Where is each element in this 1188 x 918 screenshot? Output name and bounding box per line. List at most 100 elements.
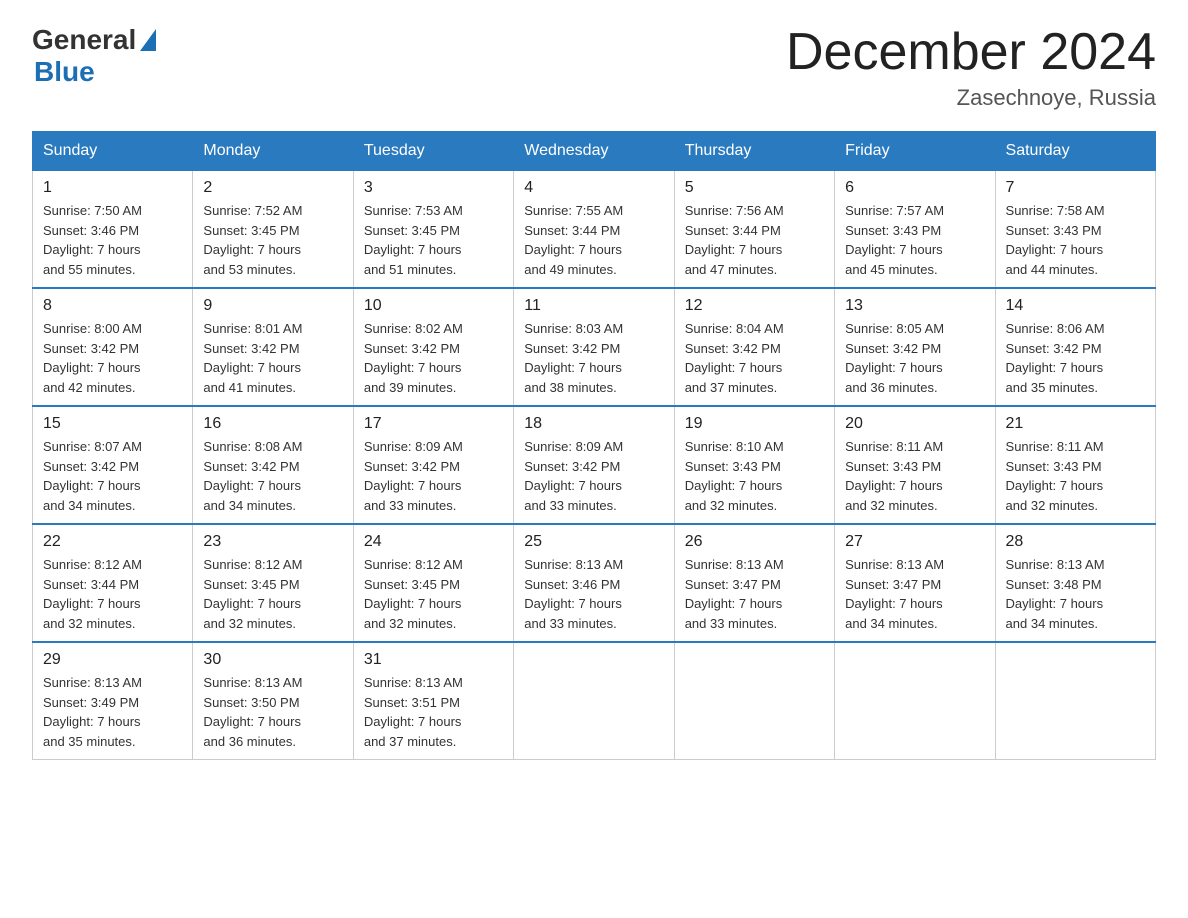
day-number: 30: [203, 651, 342, 669]
calendar-cell: 25 Sunrise: 8:13 AMSunset: 3:46 PMDaylig…: [514, 524, 674, 642]
day-number: 20: [845, 415, 984, 433]
calendar-table: SundayMondayTuesdayWednesdayThursdayFrid…: [32, 131, 1156, 760]
calendar-header-saturday: Saturday: [995, 132, 1155, 171]
day-info: Sunrise: 7:58 AMSunset: 3:43 PMDaylight:…: [1006, 201, 1145, 279]
logo: General Blue: [32, 24, 158, 88]
day-info: Sunrise: 8:13 AMSunset: 3:47 PMDaylight:…: [845, 555, 984, 633]
day-number: 9: [203, 297, 342, 315]
day-info: Sunrise: 7:55 AMSunset: 3:44 PMDaylight:…: [524, 201, 663, 279]
calendar-cell: 19 Sunrise: 8:10 AMSunset: 3:43 PMDaylig…: [674, 406, 834, 524]
day-info: Sunrise: 7:57 AMSunset: 3:43 PMDaylight:…: [845, 201, 984, 279]
day-info: Sunrise: 8:12 AMSunset: 3:44 PMDaylight:…: [43, 555, 182, 633]
calendar-cell: 8 Sunrise: 8:00 AMSunset: 3:42 PMDayligh…: [33, 288, 193, 406]
day-info: Sunrise: 8:13 AMSunset: 3:51 PMDaylight:…: [364, 673, 503, 751]
day-number: 2: [203, 179, 342, 197]
day-number: 14: [1006, 297, 1145, 315]
calendar-cell: 29 Sunrise: 8:13 AMSunset: 3:49 PMDaylig…: [33, 642, 193, 760]
day-number: 22: [43, 533, 182, 551]
day-info: Sunrise: 8:11 AMSunset: 3:43 PMDaylight:…: [845, 437, 984, 515]
day-number: 29: [43, 651, 182, 669]
day-number: 12: [685, 297, 824, 315]
day-info: Sunrise: 8:06 AMSunset: 3:42 PMDaylight:…: [1006, 319, 1145, 397]
calendar-cell: [835, 642, 995, 760]
calendar-week-row: 15 Sunrise: 8:07 AMSunset: 3:42 PMDaylig…: [33, 406, 1156, 524]
day-info: Sunrise: 8:13 AMSunset: 3:47 PMDaylight:…: [685, 555, 824, 633]
day-number: 15: [43, 415, 182, 433]
calendar-header-monday: Monday: [193, 132, 353, 171]
day-info: Sunrise: 8:04 AMSunset: 3:42 PMDaylight:…: [685, 319, 824, 397]
calendar-cell: 28 Sunrise: 8:13 AMSunset: 3:48 PMDaylig…: [995, 524, 1155, 642]
calendar-cell: 13 Sunrise: 8:05 AMSunset: 3:42 PMDaylig…: [835, 288, 995, 406]
day-number: 19: [685, 415, 824, 433]
calendar-header-friday: Friday: [835, 132, 995, 171]
month-title: December 2024: [786, 24, 1156, 81]
calendar-cell: [514, 642, 674, 760]
calendar-cell: 5 Sunrise: 7:56 AMSunset: 3:44 PMDayligh…: [674, 171, 834, 289]
day-info: Sunrise: 8:09 AMSunset: 3:42 PMDaylight:…: [524, 437, 663, 515]
day-number: 3: [364, 179, 503, 197]
calendar-cell: 7 Sunrise: 7:58 AMSunset: 3:43 PMDayligh…: [995, 171, 1155, 289]
day-info: Sunrise: 8:12 AMSunset: 3:45 PMDaylight:…: [203, 555, 342, 633]
calendar-cell: 23 Sunrise: 8:12 AMSunset: 3:45 PMDaylig…: [193, 524, 353, 642]
calendar-cell: 22 Sunrise: 8:12 AMSunset: 3:44 PMDaylig…: [33, 524, 193, 642]
day-info: Sunrise: 8:11 AMSunset: 3:43 PMDaylight:…: [1006, 437, 1145, 515]
calendar-cell: 9 Sunrise: 8:01 AMSunset: 3:42 PMDayligh…: [193, 288, 353, 406]
day-number: 17: [364, 415, 503, 433]
calendar-cell: [995, 642, 1155, 760]
day-info: Sunrise: 8:08 AMSunset: 3:42 PMDaylight:…: [203, 437, 342, 515]
day-number: 1: [43, 179, 182, 197]
calendar-week-row: 22 Sunrise: 8:12 AMSunset: 3:44 PMDaylig…: [33, 524, 1156, 642]
day-number: 24: [364, 533, 503, 551]
calendar-cell: 6 Sunrise: 7:57 AMSunset: 3:43 PMDayligh…: [835, 171, 995, 289]
day-info: Sunrise: 8:10 AMSunset: 3:43 PMDaylight:…: [685, 437, 824, 515]
calendar-header-row: SundayMondayTuesdayWednesdayThursdayFrid…: [33, 132, 1156, 171]
calendar-cell: 12 Sunrise: 8:04 AMSunset: 3:42 PMDaylig…: [674, 288, 834, 406]
calendar-header-sunday: Sunday: [33, 132, 193, 171]
calendar-cell: 11 Sunrise: 8:03 AMSunset: 3:42 PMDaylig…: [514, 288, 674, 406]
day-number: 8: [43, 297, 182, 315]
day-number: 23: [203, 533, 342, 551]
calendar-cell: 18 Sunrise: 8:09 AMSunset: 3:42 PMDaylig…: [514, 406, 674, 524]
calendar-week-row: 1 Sunrise: 7:50 AMSunset: 3:46 PMDayligh…: [33, 171, 1156, 289]
day-info: Sunrise: 7:56 AMSunset: 3:44 PMDaylight:…: [685, 201, 824, 279]
day-number: 4: [524, 179, 663, 197]
day-info: Sunrise: 8:12 AMSunset: 3:45 PMDaylight:…: [364, 555, 503, 633]
day-info: Sunrise: 7:53 AMSunset: 3:45 PMDaylight:…: [364, 201, 503, 279]
calendar-cell: 3 Sunrise: 7:53 AMSunset: 3:45 PMDayligh…: [353, 171, 513, 289]
day-info: Sunrise: 7:52 AMSunset: 3:45 PMDaylight:…: [203, 201, 342, 279]
day-info: Sunrise: 8:13 AMSunset: 3:50 PMDaylight:…: [203, 673, 342, 751]
calendar-cell: 24 Sunrise: 8:12 AMSunset: 3:45 PMDaylig…: [353, 524, 513, 642]
day-number: 28: [1006, 533, 1145, 551]
calendar-cell: 17 Sunrise: 8:09 AMSunset: 3:42 PMDaylig…: [353, 406, 513, 524]
calendar-cell: 16 Sunrise: 8:08 AMSunset: 3:42 PMDaylig…: [193, 406, 353, 524]
day-info: Sunrise: 8:09 AMSunset: 3:42 PMDaylight:…: [364, 437, 503, 515]
day-info: Sunrise: 8:01 AMSunset: 3:42 PMDaylight:…: [203, 319, 342, 397]
calendar-cell: 10 Sunrise: 8:02 AMSunset: 3:42 PMDaylig…: [353, 288, 513, 406]
calendar-cell: 20 Sunrise: 8:11 AMSunset: 3:43 PMDaylig…: [835, 406, 995, 524]
calendar-week-row: 8 Sunrise: 8:00 AMSunset: 3:42 PMDayligh…: [33, 288, 1156, 406]
calendar-cell: 27 Sunrise: 8:13 AMSunset: 3:47 PMDaylig…: [835, 524, 995, 642]
day-number: 11: [524, 297, 663, 315]
day-number: 5: [685, 179, 824, 197]
day-info: Sunrise: 8:02 AMSunset: 3:42 PMDaylight:…: [364, 319, 503, 397]
calendar-header-wednesday: Wednesday: [514, 132, 674, 171]
calendar-cell: 15 Sunrise: 8:07 AMSunset: 3:42 PMDaylig…: [33, 406, 193, 524]
day-number: 31: [364, 651, 503, 669]
day-info: Sunrise: 8:13 AMSunset: 3:46 PMDaylight:…: [524, 555, 663, 633]
calendar-cell: 31 Sunrise: 8:13 AMSunset: 3:51 PMDaylig…: [353, 642, 513, 760]
calendar-cell: 26 Sunrise: 8:13 AMSunset: 3:47 PMDaylig…: [674, 524, 834, 642]
calendar-cell: 2 Sunrise: 7:52 AMSunset: 3:45 PMDayligh…: [193, 171, 353, 289]
day-number: 25: [524, 533, 663, 551]
day-info: Sunrise: 8:03 AMSunset: 3:42 PMDaylight:…: [524, 319, 663, 397]
calendar-cell: 4 Sunrise: 7:55 AMSunset: 3:44 PMDayligh…: [514, 171, 674, 289]
day-info: Sunrise: 8:07 AMSunset: 3:42 PMDaylight:…: [43, 437, 182, 515]
day-number: 6: [845, 179, 984, 197]
logo-triangle-icon: [140, 29, 156, 51]
calendar-cell: 21 Sunrise: 8:11 AMSunset: 3:43 PMDaylig…: [995, 406, 1155, 524]
day-number: 10: [364, 297, 503, 315]
day-info: Sunrise: 8:13 AMSunset: 3:48 PMDaylight:…: [1006, 555, 1145, 633]
day-info: Sunrise: 8:00 AMSunset: 3:42 PMDaylight:…: [43, 319, 182, 397]
day-number: 26: [685, 533, 824, 551]
day-info: Sunrise: 8:05 AMSunset: 3:42 PMDaylight:…: [845, 319, 984, 397]
calendar-cell: 1 Sunrise: 7:50 AMSunset: 3:46 PMDayligh…: [33, 171, 193, 289]
